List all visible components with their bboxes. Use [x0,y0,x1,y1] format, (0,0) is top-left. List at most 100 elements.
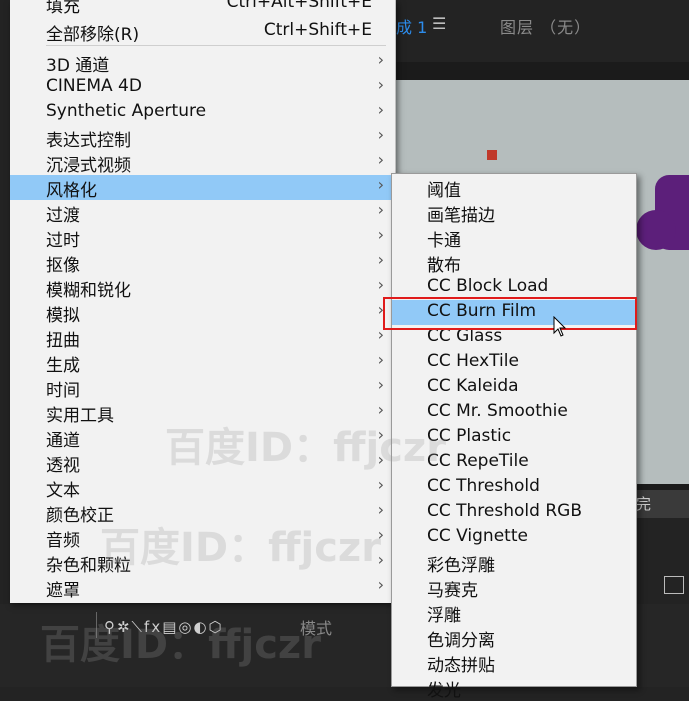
submenu-item-label: CC Threshold RGB [427,501,582,521]
menu-item[interactable]: 颜色校正 › [10,500,394,526]
menu-item-label: 模糊和锐化 [46,281,131,301]
menu-item-shortcut: Ctrl+Alt+Shift+E [226,0,372,12]
chevron-right-icon: › [377,400,384,419]
menu-item-label: 扭曲 [46,331,80,351]
snapshot-icon[interactable] [664,576,684,594]
menu-item[interactable]: 过时 › [10,225,394,251]
menu-item-label: 3D 通道 [46,56,110,76]
menu-item[interactable]: 扭曲 › [10,325,394,351]
submenu-item-label: CC Mr. Smoothie [427,401,568,421]
menu-item-label: 生成 [46,356,80,376]
submenu-item[interactable]: 卡通 [392,225,636,251]
submenu-item[interactable]: CC Mr. Smoothie [392,400,636,425]
text-shape [636,210,676,250]
submenu-item[interactable]: 动态拼贴 [392,650,636,676]
menu-item[interactable]: 时间 › [10,375,394,401]
submenu-item[interactable]: 浮雕 [392,600,636,626]
submenu-item[interactable]: CC HexTile [392,350,636,375]
submenu-item[interactable]: 阈值 [392,175,636,201]
submenu-item[interactable]: CC RepeTile [392,450,636,475]
menu-item-label: 风格化 [46,181,97,201]
menu-item[interactable]: CINEMA 4D › [10,75,394,100]
menu-item[interactable]: 模拟 › [10,300,394,326]
submenu-item[interactable]: CC Plastic [392,425,636,450]
submenu-item-label: 发光 [427,681,461,701]
chevron-right-icon: › [377,75,384,94]
menu-item[interactable]: 风格化 › [10,175,394,201]
menu-item-label: 抠像 [46,256,80,276]
submenu-item-label: 画笔描边 [427,206,495,226]
chevron-right-icon: › [377,525,384,544]
menu-item[interactable]: 实用工具 › [10,400,394,426]
menu-item-label: 全部移除(R) [46,25,140,45]
menu-item-remove-all[interactable]: 全部移除(R) Ctrl+Shift+E [10,19,394,45]
submenu-item-label: 彩色浮雕 [427,556,495,576]
panel-menu-icon[interactable]: ☰ [432,14,446,33]
submenu-item-label: CC RepeTile [427,451,529,471]
menu-item[interactable]: 模糊和锐化 › [10,275,394,301]
chevron-right-icon: › [377,125,384,144]
chevron-right-icon: › [377,500,384,519]
layer-anchor-handle[interactable] [487,150,497,160]
menu-item-label: 杂色和颗粒 [46,556,131,576]
menu-item[interactable]: 遮罩 › [10,575,394,601]
submenu-item[interactable]: 发光 [392,675,636,701]
composition-tab[interactable]: 成 1 [396,14,427,38]
menu-item[interactable]: 抠像 › [10,250,394,276]
submenu-item[interactable]: CC Threshold RGB [392,500,636,525]
menu-item[interactable]: 透视 › [10,450,394,476]
layer-tab[interactable]: 图层 （无） [500,14,591,38]
submenu-item[interactable]: CC Threshold [392,475,636,500]
menu-item-fill[interactable]: 填充 Ctrl+Alt+Shift+E [10,0,394,17]
menu-item[interactable]: 音频 › [10,525,394,551]
menu-item-label: 实用工具 [46,406,114,426]
layer-switches-icons[interactable]: ⚲✲⟍fx▤◎◐⬡ [104,618,224,636]
chevron-right-icon: › [377,250,384,269]
menu-item-label: 过渡 [46,206,80,226]
submenu-item-label: CC Block Load [427,276,549,296]
submenu-item-label: CC Threshold [427,476,540,496]
menu-item-label: CINEMA 4D [46,76,142,96]
submenu-item-label: 散布 [427,256,461,276]
submenu-item[interactable]: 色调分离 [392,625,636,651]
submenu-item[interactable]: 彩色浮雕 [392,550,636,576]
menu-item-label: 时间 [46,381,80,401]
submenu-item-label: CC HexTile [427,351,519,371]
menu-item-label: 模拟 [46,306,80,326]
menu-item[interactable]: 文本 › [10,475,394,501]
menu-item-label: 过时 [46,231,80,251]
menu-item[interactable]: 过渡 › [10,200,394,226]
submenu-item[interactable]: 散布 [392,250,636,276]
chevron-right-icon: › [377,425,384,444]
submenu-item[interactable]: CC Vignette [392,525,636,550]
chevron-right-icon: › [377,100,384,119]
menu-item-shortcut: Ctrl+Shift+E [263,20,372,40]
submenu-item-label: 动态拼贴 [427,656,495,676]
menu-item-label: 透视 [46,456,80,476]
submenu-item[interactable]: CC Kaleida [392,375,636,400]
chevron-right-icon: › [377,350,384,369]
viewer-option-button[interactable]: 完 [630,490,689,518]
menu-item[interactable]: 沉浸式视频 › [10,150,394,176]
submenu-item[interactable]: 画笔描边 [392,200,636,226]
chevron-right-icon: › [377,225,384,244]
menu-item[interactable]: 表达式控制 › [10,125,394,151]
menu-item[interactable]: 杂色和颗粒 › [10,550,394,576]
menu-item-label: 音频 [46,531,80,551]
menu-item[interactable]: 3D 通道 › [10,50,394,76]
menu-item-label: 填充 [46,0,80,17]
chevron-right-icon: › [377,175,384,194]
chevron-right-icon: › [377,575,384,594]
menu-item[interactable]: Synthetic Aperture › [10,100,394,125]
submenu-item-label: CC Kaleida [427,376,519,396]
menu-item[interactable]: 通道 › [10,425,394,451]
menu-item-label: 表达式控制 [46,131,131,151]
submenu-item[interactable]: 马赛克 [392,575,636,601]
menu-item-label: 遮罩 [46,581,80,601]
highlight-annotation-box [383,297,637,330]
submenu-item-label: CC Vignette [427,526,528,546]
submenu-item-label: 卡通 [427,231,461,251]
menu-item[interactable]: 生成 › [10,350,394,376]
menu-item-label: 颜色校正 [46,506,114,526]
submenu-item-label: CC Plastic [427,426,512,446]
